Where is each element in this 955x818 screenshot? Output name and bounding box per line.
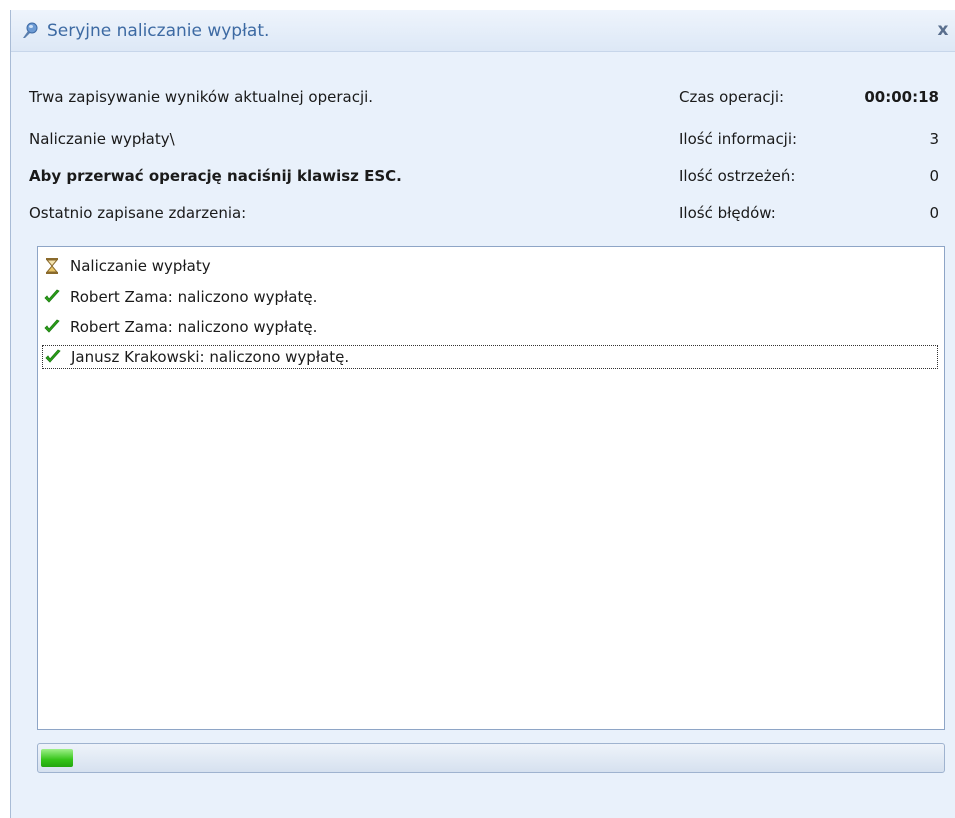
log-item-text: Janusz Krakowski: naliczono wypłatę.: [71, 348, 350, 366]
warnings-count-label: Ilość ostrzeżeń:: [679, 167, 796, 185]
hourglass-icon: [45, 258, 59, 274]
recent-events-label: Ostatnio zapisane zdarzenia:: [29, 204, 247, 222]
log-item[interactable]: Naliczanie wypłaty: [42, 254, 213, 278]
log-item-text: Robert Zama: naliczono wypłatę.: [70, 288, 318, 306]
dialog-window: Seryjne naliczanie wypłat. x Trwa zapisy…: [10, 10, 955, 818]
title-bar: Seryjne naliczanie wypłat. x: [11, 10, 955, 52]
progress-bar: [37, 743, 945, 773]
log-item-text: Naliczanie wypłaty: [70, 257, 211, 275]
checkmark-icon: [45, 349, 61, 363]
log-item[interactable]: Robert Zama: naliczono wypłatę.: [42, 285, 319, 309]
errors-count-value: 0: [929, 204, 939, 222]
operation-time-value: 00:00:18: [864, 88, 939, 106]
status-operation-text: Naliczanie wypłaty\: [29, 130, 175, 148]
event-log-list[interactable]: Naliczanie wypłaty Robert Zama: naliczon…: [37, 246, 945, 730]
status-saving-text: Trwa zapisywanie wyników aktualnej opera…: [29, 88, 374, 106]
close-button[interactable]: x: [932, 19, 954, 41]
esc-instruction-text: Aby przerwać operację naciśnij klawisz E…: [29, 167, 402, 185]
checkmark-icon: [44, 319, 60, 333]
window-title: Seryjne naliczanie wypłat.: [47, 21, 270, 41]
errors-count-label: Ilość błędów:: [679, 204, 776, 222]
info-count-label: Ilość informacji:: [679, 130, 798, 148]
pin-icon: [23, 22, 38, 38]
info-count-value: 3: [929, 130, 939, 148]
log-item-selected[interactable]: Janusz Krakowski: naliczono wypłatę.: [42, 345, 938, 369]
operation-time-label: Czas operacji:: [679, 88, 785, 106]
checkmark-icon: [44, 289, 60, 303]
log-item-text: Robert Zama: naliczono wypłatę.: [70, 318, 318, 336]
warnings-count-value: 0: [929, 167, 939, 185]
log-item[interactable]: Robert Zama: naliczono wypłatę.: [42, 315, 319, 339]
progress-fill: [41, 749, 73, 767]
